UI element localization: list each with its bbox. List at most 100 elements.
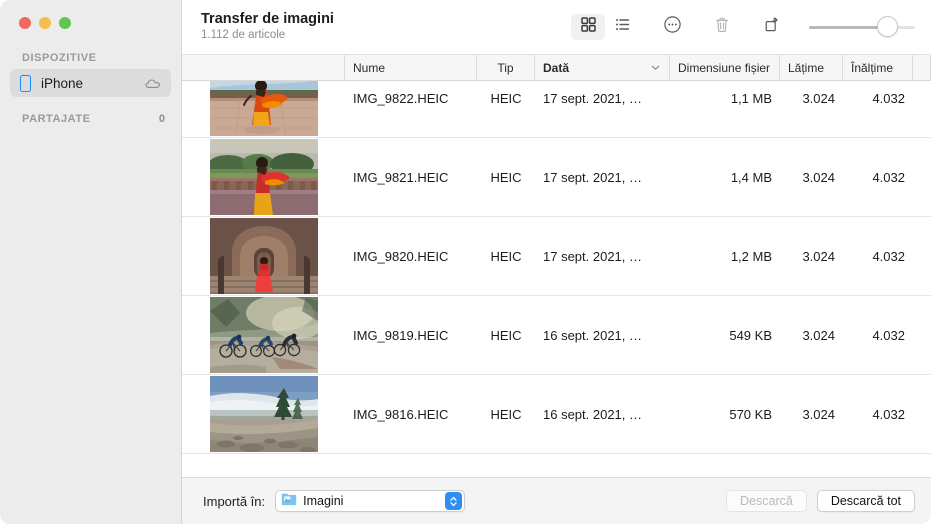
- table-row[interactable]: IMG_9821.HEIC HEIC 17 sept. 2021, … 1,4 MB 3…: [182, 138, 931, 217]
- cell-name: IMG_9820.HEIC: [353, 248, 449, 264]
- column-header-width-label: Lățime: [788, 60, 825, 75]
- cell-type: HEIC: [490, 406, 522, 422]
- photo-thumbnail: [209, 218, 318, 294]
- sidebar-section-shared: PARTAJATE 0: [0, 97, 181, 130]
- column-header-height[interactable]: Înălțime: [843, 55, 913, 80]
- column-header-type-label: Tip: [497, 60, 514, 75]
- list-view-button[interactable]: [605, 14, 639, 40]
- column-header-thumbnail[interactable]: [182, 55, 345, 80]
- cell-filesize: 570 KB: [729, 406, 772, 422]
- column-header-width[interactable]: Lățime: [780, 55, 843, 80]
- cell-date: 17 sept. 2021, …: [543, 248, 643, 264]
- grid-view-button[interactable]: [571, 14, 605, 40]
- cell-filesize: 1,2 MB: [730, 248, 772, 264]
- cell-width: 3.024: [802, 406, 835, 422]
- column-header-date[interactable]: Dată: [535, 55, 670, 80]
- cell-width: 3.024: [802, 327, 835, 343]
- photo-thumbnail: [209, 81, 318, 136]
- item-count-label: 1.112 de articole: [201, 29, 286, 41]
- cell-type: HEIC: [490, 90, 522, 106]
- trash-icon: [713, 16, 731, 39]
- column-header-height-label: Înălțime: [851, 60, 894, 75]
- list-icon: [614, 16, 631, 38]
- grid-icon: [580, 16, 597, 38]
- chevron-down-icon: [650, 62, 661, 73]
- sidebar-item-iphone[interactable]: iPhone: [10, 69, 171, 97]
- cell-name: IMG_9821.HEIC: [353, 169, 449, 185]
- title-block: Transfer de imagini 1.112 de articole: [201, 11, 334, 43]
- cell-filesize: 549 KB: [729, 327, 772, 343]
- destination-value: Imagini: [303, 494, 344, 508]
- shared-count-badge: 0: [158, 113, 165, 125]
- cell-date: 17 sept. 2021, …: [543, 169, 643, 185]
- thumbnail-cell[interactable]: [182, 375, 345, 454]
- thumbnail-cell[interactable]: [182, 138, 345, 217]
- cell-filesize: 1,4 MB: [730, 169, 772, 185]
- cell-type: HEIC: [490, 327, 522, 343]
- cell-name: IMG_9816.HEIC: [353, 406, 449, 422]
- cell-date: 16 sept. 2021, …: [543, 327, 643, 343]
- column-header-filesize-label: Dimensiune fișier: [678, 60, 771, 75]
- thumbnail-cell[interactable]: [182, 81, 345, 138]
- column-header-filesize[interactable]: Dimensiune fișier: [670, 55, 780, 80]
- cell-height: 4.032: [872, 248, 905, 264]
- minimize-button[interactable]: [39, 17, 51, 29]
- thumbnail-cell[interactable]: [182, 296, 345, 375]
- thumbnail-cell[interactable]: [182, 217, 345, 296]
- column-header-name-label: Nume: [353, 60, 386, 75]
- cell-filesize: 1,1 MB: [730, 90, 772, 106]
- cloud-icon[interactable]: [145, 77, 162, 89]
- ellipsis-circle-icon: [663, 15, 682, 39]
- cell-name: IMG_9819.HEIC: [353, 327, 449, 343]
- table-row[interactable]: IMG_9816.HEIC HEIC 16 sept. 2021, … 570 KB 3…: [182, 375, 931, 454]
- slider-knob[interactable]: [877, 16, 898, 37]
- table-column-headers: Nume Tip Dată Dimensiune fișier Lățime Î…: [182, 54, 931, 81]
- cell-width: 3.024: [802, 169, 835, 185]
- pictures-folder-icon: [281, 492, 297, 511]
- cell-date: 17 sept. 2021, …: [543, 90, 643, 106]
- file-list[interactable]: IMG_9822.HEIC HEIC 17 sept. 2021, … 1,1 MB 3…: [182, 81, 931, 477]
- action-buttons: Descarcă Descarcă tot: [726, 490, 915, 512]
- cell-type: HEIC: [490, 248, 522, 264]
- zoom-button[interactable]: [59, 17, 71, 29]
- table-row[interactable]: IMG_9822.HEIC HEIC 17 sept. 2021, … 1,1 MB 3…: [182, 81, 931, 138]
- rotate-icon: [763, 16, 781, 39]
- sidebar-section-devices: DISPOZITIVE: [22, 52, 97, 64]
- table-row[interactable]: IMG_9819.HEIC HEIC 16 sept. 2021, … 549 KB 3…: [182, 296, 931, 375]
- photo-thumbnail: [209, 376, 318, 452]
- cell-width: 3.024: [802, 90, 835, 106]
- cell-height: 4.032: [872, 169, 905, 185]
- column-header-name[interactable]: Nume: [345, 55, 477, 80]
- photo-thumbnail: [209, 297, 318, 373]
- import-to-label: Importă în:: [203, 493, 266, 509]
- cell-name: IMG_9822.HEIC: [353, 90, 449, 106]
- rotate-button[interactable]: [755, 14, 789, 40]
- bottom-bar: Importă în: Imagini Descarcă Descarcă to…: [182, 477, 931, 524]
- thumbnail-size-slider[interactable]: [809, 14, 915, 40]
- close-button[interactable]: [19, 17, 31, 29]
- toolbar: Transfer de imagini 1.112 de articole: [182, 0, 931, 54]
- destination-popup-button[interactable]: Imagini: [275, 490, 466, 512]
- download-button[interactable]: Descarcă: [726, 490, 807, 512]
- sidebar-item-label: iPhone: [41, 75, 84, 91]
- table-row[interactable]: IMG_9820.HEIC HEIC 17 sept. 2021, … 1,2 MB 3…: [182, 217, 931, 296]
- cell-width: 3.024: [802, 248, 835, 264]
- column-header-overflow[interactable]: [913, 55, 931, 80]
- cell-height: 4.032: [872, 327, 905, 343]
- cell-date: 16 sept. 2021, …: [543, 406, 643, 422]
- download-all-button[interactable]: Descarcă tot: [816, 490, 915, 512]
- column-header-type[interactable]: Tip: [477, 55, 535, 80]
- cell-height: 4.032: [872, 90, 905, 106]
- cell-type: HEIC: [490, 169, 522, 185]
- image-capture-window: DISPOZITIVE iPhone PARTAJATE 0 Transfer …: [0, 0, 931, 524]
- more-options-button[interactable]: [655, 14, 689, 40]
- popup-stepper-icon[interactable]: [445, 492, 463, 510]
- delete-button[interactable]: [705, 14, 739, 40]
- iphone-icon: [20, 74, 31, 92]
- main-area: Transfer de imagini 1.112 de articole Nu…: [182, 0, 931, 524]
- column-header-date-label: Dată: [543, 60, 570, 75]
- sidebar-section-shared-label: PARTAJATE: [22, 113, 91, 125]
- toolbar-buttons: [571, 14, 915, 40]
- sidebar: DISPOZITIVE iPhone PARTAJATE 0: [0, 0, 182, 524]
- window-controls: [0, 0, 181, 44]
